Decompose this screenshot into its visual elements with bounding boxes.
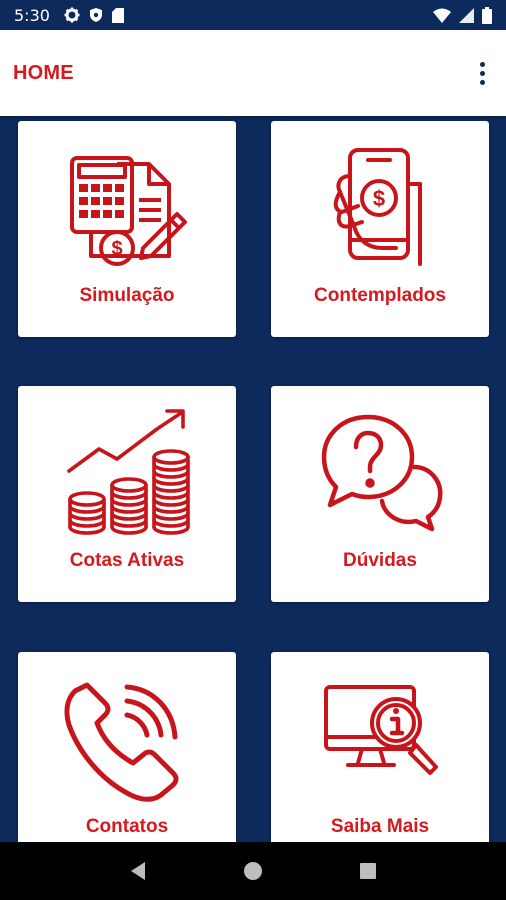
shield-icon <box>89 7 103 23</box>
contemplados-button[interactable]: $ Contemplados <box>271 121 489 337</box>
signal-icon <box>459 7 474 23</box>
home-icon[interactable] <box>233 851 273 891</box>
status-bar: 5:30 <box>0 0 506 30</box>
card-label-duvidas: Dúvidas <box>343 550 417 571</box>
duvidas-button[interactable]: Dúvidas <box>271 386 489 602</box>
coins-growth-icon <box>18 396 236 546</box>
svg-text:$: $ <box>111 238 122 260</box>
recents-icon[interactable] <box>348 851 388 891</box>
simulacao-button[interactable]: $ Simulação <box>18 121 236 337</box>
calculator-document-icon: $ <box>18 131 236 281</box>
question-chat-icon <box>271 396 489 546</box>
more-vert-icon[interactable] <box>470 53 494 93</box>
card-label-contemplados: Contemplados <box>314 285 446 306</box>
wifi-icon <box>433 8 451 23</box>
card-label-contatos: Contatos <box>85 816 169 837</box>
saiba-mais-button[interactable]: Saiba Mais <box>271 652 489 842</box>
info-search-icon <box>271 662 489 812</box>
phone-payment-icon: $ <box>271 131 489 281</box>
svg-text:$: $ <box>373 186 385 211</box>
battery-icon <box>482 6 492 24</box>
cotas-ativas-button[interactable]: Cotas Ativas <box>18 386 236 602</box>
status-time: 5:30 <box>14 5 50 25</box>
back-icon[interactable] <box>118 851 158 891</box>
app-bar: HOME <box>0 30 506 116</box>
navigation-bar <box>0 842 506 900</box>
card-label-simulacao: Simulação <box>79 285 175 306</box>
menu-grid: $ Simulação $ Contemplados Cotas Ativas … <box>0 116 506 842</box>
card-label-saiba-mais: Saiba Mais <box>330 816 430 837</box>
gear-icon <box>64 7 80 23</box>
sd-card-icon <box>111 7 124 23</box>
contatos-button[interactable]: Contatos <box>18 652 236 842</box>
page-title: HOME <box>13 61 74 84</box>
card-label-cotas-ativas: Cotas Ativas <box>69 550 185 571</box>
phone-icon <box>18 662 236 812</box>
